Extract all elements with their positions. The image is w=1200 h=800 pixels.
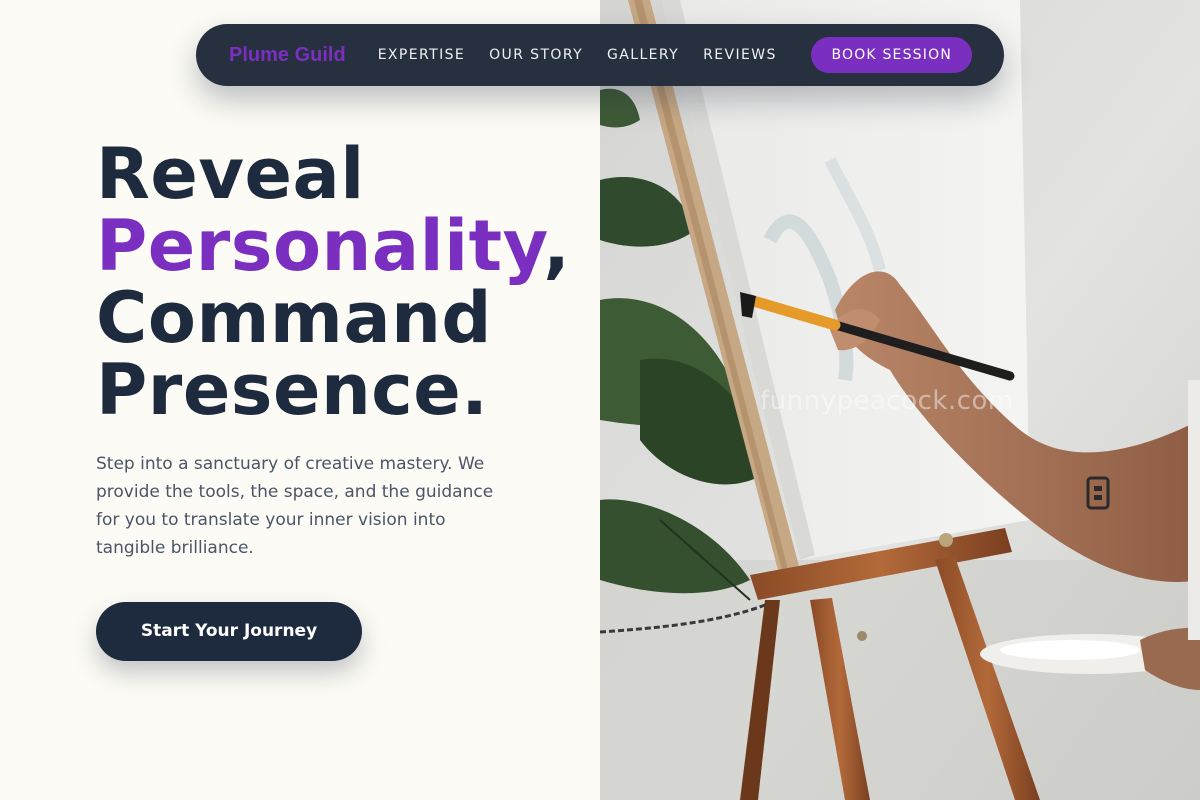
- start-journey-button[interactable]: Start Your Journey: [96, 602, 362, 661]
- top-navbar: Plume Guild EXPERTISE OUR STORY GALLERY …: [196, 24, 1004, 86]
- hero-heading-line-1: Reveal: [96, 133, 365, 215]
- landing-page: Plume Guild EXPERTISE OUR STORY GALLERY …: [0, 0, 1200, 800]
- nav-link-reviews[interactable]: REVIEWS: [703, 47, 777, 63]
- book-session-button[interactable]: BOOK SESSION: [811, 37, 972, 73]
- hero-heading-comma: ,: [543, 205, 571, 287]
- nav-link-expertise[interactable]: EXPERTISE: [378, 47, 465, 63]
- hero-heading-accent: Personality: [96, 205, 544, 287]
- brand-logo[interactable]: Plume Guild: [229, 44, 346, 67]
- nav-links: EXPERTISE OUR STORY GALLERY REVIEWS: [378, 47, 777, 63]
- hero-heading-line-2: Personality,: [96, 210, 570, 282]
- hero-description: Step into a sanctuary of creative master…: [96, 454, 494, 558]
- nav-link-our-story[interactable]: OUR STORY: [489, 47, 583, 63]
- hero-heading: Reveal Personality, Command Presence.: [96, 138, 570, 426]
- hero-heading-line-3: Command: [96, 277, 493, 359]
- hero-heading-line-4: Presence.: [96, 349, 489, 431]
- nav-link-gallery[interactable]: GALLERY: [607, 47, 679, 63]
- watermark-text: funnypeacock.com: [760, 386, 1014, 416]
